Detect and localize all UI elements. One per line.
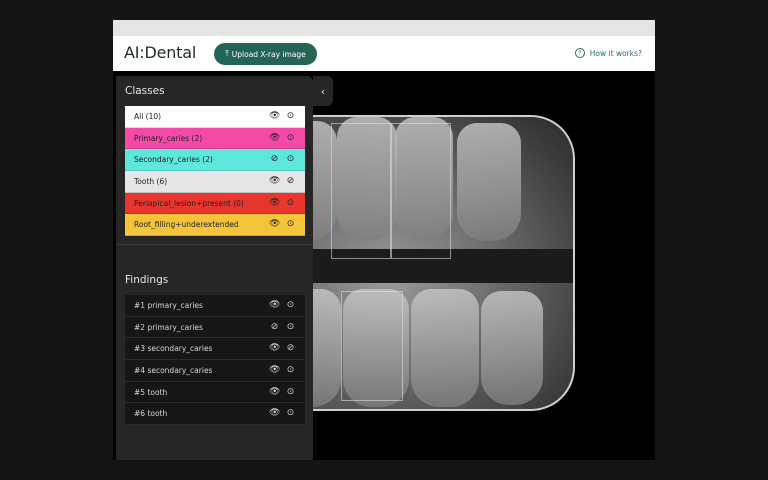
finding-row[interactable]: #3 secondary_caries 👁 ⊘: [125, 338, 305, 361]
eye-icon[interactable]: 👁: [269, 343, 280, 354]
blocked-icon[interactable]: ⊘: [285, 176, 296, 187]
finding-bounding-box[interactable]: [341, 291, 403, 401]
how-it-works-label: How it works?: [589, 48, 642, 58]
upload-icon: ⤒: [225, 49, 229, 58]
finding-row[interactable]: #5 tooth 👁 ⊙: [125, 381, 305, 404]
finding-bounding-box[interactable]: [331, 123, 391, 259]
finding-row[interactable]: #4 secondary_caries 👁 ⊙: [125, 360, 305, 382]
class-row[interactable]: Tooth (6) 👁 ⊘: [125, 171, 305, 193]
collapse-panel-button[interactable]: ‹: [313, 76, 333, 106]
eye-icon[interactable]: 👁: [269, 365, 280, 376]
target-icon[interactable]: ⊙: [285, 387, 296, 398]
eye-icon[interactable]: 👁: [269, 111, 280, 122]
section-divider: [116, 244, 313, 245]
browser-chrome: [113, 20, 655, 36]
eye-icon[interactable]: 👁: [269, 300, 280, 311]
target-icon[interactable]: ⊙: [285, 154, 296, 165]
target-icon[interactable]: ⊙: [285, 365, 296, 376]
eye-off-icon[interactable]: ⊘: [269, 154, 280, 165]
blocked-icon[interactable]: ⊘: [285, 343, 296, 354]
upload-xray-button[interactable]: ⤒ Upload X-ray image: [214, 43, 317, 65]
how-it-works-link[interactable]: ? How it works?: [574, 48, 642, 58]
findings-title: Findings: [125, 274, 169, 286]
eye-off-icon[interactable]: ⊘: [269, 322, 280, 333]
eye-icon[interactable]: 👁: [269, 198, 280, 209]
target-icon[interactable]: ⊙: [285, 219, 296, 230]
side-panel: ‹ Classes All (10) 👁 ⊙ Primary_caries (2) 👁 ⊙…: [116, 76, 333, 460]
app-window: AI:Dental ⤒ Upload X-ray image ? How it …: [113, 20, 655, 460]
target-icon[interactable]: ⊙: [285, 300, 296, 311]
class-row[interactable]: Secondary_caries (2) ⊘ ⊙: [125, 149, 305, 172]
eye-icon[interactable]: 👁: [269, 219, 280, 230]
finding-row[interactable]: #6 tooth 👁 ⊙: [125, 403, 305, 426]
target-icon[interactable]: ⊙: [285, 322, 296, 333]
finding-row[interactable]: #2 primary_caries ⊘ ⊙: [125, 316, 305, 339]
app-logo: AI:Dental: [124, 43, 197, 62]
target-icon[interactable]: ⊙: [285, 198, 296, 209]
finding-row[interactable]: #1 primary_caries 👁 ⊙: [125, 295, 305, 317]
classes-title: Classes: [125, 85, 165, 97]
class-row[interactable]: Primary_caries (2) 👁 ⊙: [125, 127, 305, 150]
chevron-left-icon: ‹: [320, 84, 326, 98]
eye-icon[interactable]: 👁: [269, 176, 280, 187]
class-row[interactable]: Periapical_lesion+present (0) 👁 ⊙: [125, 192, 305, 215]
class-row[interactable]: Root_filling+underextended 👁 ⊙: [125, 214, 305, 237]
xray-viewer[interactable]: L6 ‹ Classes All (10)👁⊙Primary_caries (2…: [113, 71, 655, 460]
finding-bounding-box[interactable]: [391, 123, 451, 259]
xray-tooth: [457, 123, 521, 241]
findings-list: #1 primary_caries 👁 ⊙ #2 primary_caries ⊘ ⊙ #3…: [125, 295, 305, 426]
target-icon[interactable]: ⊙: [285, 408, 296, 419]
target-icon[interactable]: ⊙: [285, 133, 296, 144]
xray-tooth: [411, 289, 479, 407]
eye-icon[interactable]: 👁: [269, 387, 280, 398]
eye-icon[interactable]: 👁: [269, 408, 280, 419]
class-row[interactable]: All (10) 👁 ⊙: [125, 106, 305, 128]
upload-xray-label: Upload X-ray image: [231, 49, 306, 59]
target-icon[interactable]: ⊙: [285, 111, 296, 122]
app-header: AI:Dental ⤒ Upload X-ray image ? How it …: [113, 36, 655, 71]
eye-icon[interactable]: 👁: [269, 133, 280, 144]
classes-list: All (10) 👁 ⊙ Primary_caries (2) 👁 ⊙ Secondary_…: [125, 106, 305, 237]
xray-tooth: [481, 291, 543, 405]
help-icon: ?: [574, 48, 585, 58]
